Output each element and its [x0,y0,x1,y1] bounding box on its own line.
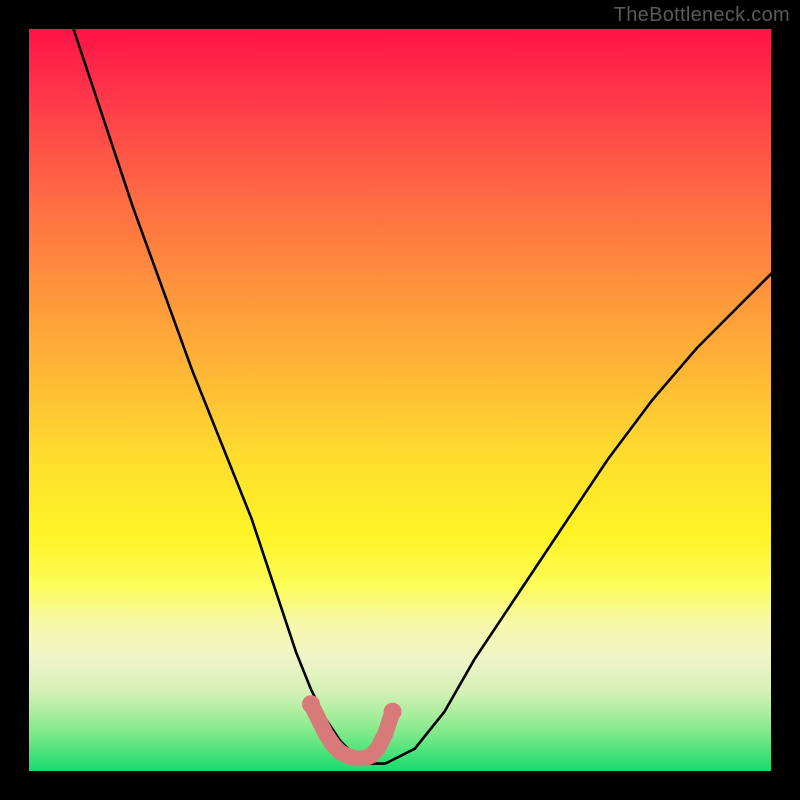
chart-svg [29,29,771,771]
watermark-text: TheBottleneck.com [614,4,790,27]
chart-frame: TheBottleneck.com [0,0,800,800]
bottleneck-curve [74,29,772,764]
optimal-marker-dot-right [384,703,402,721]
optimal-marker-dot-left [302,695,320,713]
optimal-zone-marker [311,704,393,758]
